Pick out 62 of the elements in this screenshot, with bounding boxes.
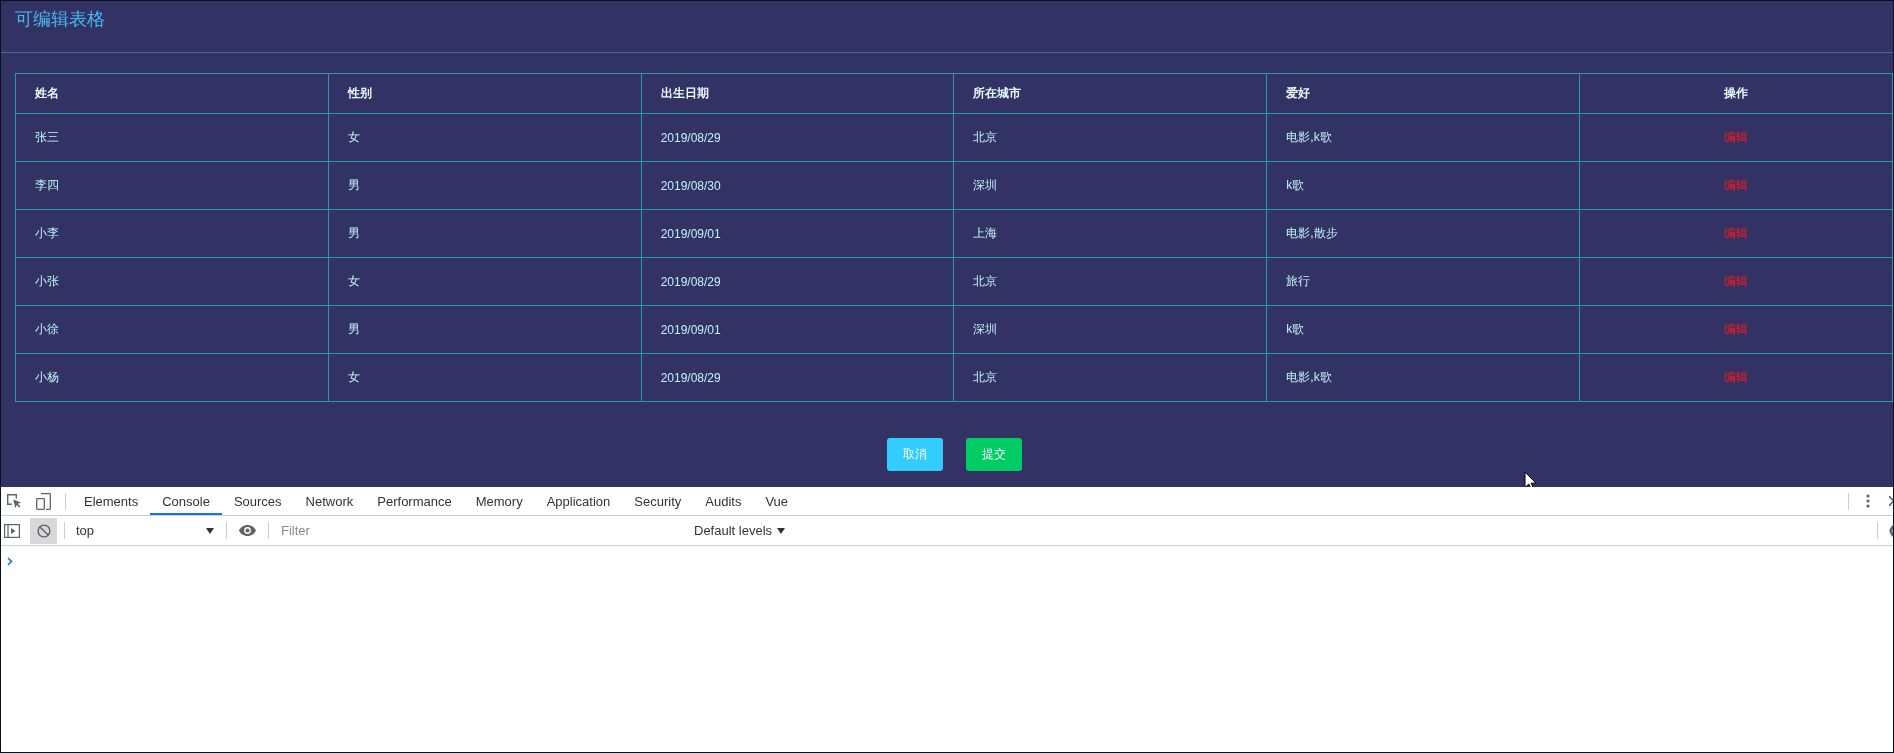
clear-console-button[interactable] bbox=[30, 517, 57, 544]
sidebar-toggle-icon[interactable] bbox=[4, 523, 20, 538]
column-header: 出生日期 bbox=[641, 73, 954, 114]
column-header: 性别 bbox=[328, 73, 642, 114]
devtools-tab[interactable]: Network bbox=[293, 487, 366, 515]
close-icon[interactable] bbox=[1889, 496, 1893, 506]
table-cell: 小张 bbox=[15, 257, 329, 306]
table-cell: k歌 bbox=[1266, 161, 1580, 210]
table-cell: 2019/08/29 bbox=[641, 353, 954, 402]
table-cell: 北京 bbox=[954, 113, 1267, 162]
table-cell: 小徐 bbox=[15, 305, 329, 354]
devtools-tab[interactable]: Audits bbox=[693, 487, 754, 515]
block-icon bbox=[36, 523, 51, 538]
devtools-tab[interactable]: Application bbox=[534, 487, 623, 515]
table-cell: 深圳 bbox=[954, 305, 1267, 354]
column-header: 姓名 bbox=[15, 73, 329, 114]
table-cell: 2019/08/29 bbox=[641, 257, 954, 306]
device-toolbar-icon[interactable] bbox=[36, 492, 51, 510]
table-cell: k歌 bbox=[1266, 305, 1580, 354]
eye-icon[interactable] bbox=[239, 525, 256, 536]
table-cell: 2019/08/30 bbox=[641, 161, 954, 210]
devtools-tab[interactable]: Vue bbox=[753, 487, 801, 515]
devtools-tab[interactable]: Memory bbox=[463, 487, 535, 515]
table-cell: 张三 bbox=[15, 113, 329, 162]
filter-input[interactable]: Filter bbox=[275, 519, 682, 542]
table-cell: 男 bbox=[328, 161, 642, 210]
table-cell: 深圳 bbox=[954, 161, 1267, 210]
table-cell: 北京 bbox=[954, 257, 1267, 306]
caret-down-icon bbox=[777, 527, 786, 534]
table-cell: 2019/08/29 bbox=[641, 113, 954, 162]
devtools-tab[interactable]: Sources bbox=[221, 487, 294, 515]
table-cell: 男 bbox=[328, 305, 642, 354]
devtools-tab[interactable]: Console bbox=[150, 487, 222, 515]
table-cell: 2019/09/01 bbox=[641, 209, 954, 258]
gear-icon[interactable] bbox=[1889, 523, 1893, 538]
context-select[interactable]: top bbox=[70, 518, 220, 543]
table-cell: 电影,k歌 bbox=[1266, 353, 1580, 402]
caret-down-icon bbox=[206, 527, 214, 534]
table-cell: 电影,k歌 bbox=[1266, 113, 1580, 162]
table-cell: 李四 bbox=[15, 161, 329, 210]
log-levels-dropdown[interactable]: Default levels bbox=[690, 518, 790, 543]
chevron-right-icon bbox=[7, 557, 13, 566]
table-cell: 男 bbox=[328, 209, 642, 258]
table-cell: 电影,散步 bbox=[1266, 209, 1580, 258]
table-cell: 北京 bbox=[954, 353, 1267, 402]
column-header: 所在城市 bbox=[954, 73, 1267, 114]
table-cell: 旅行 bbox=[1266, 257, 1580, 306]
table-cell: 小李 bbox=[15, 209, 329, 258]
table-cell: 小杨 bbox=[15, 353, 329, 402]
page-title: 可编辑表格 bbox=[15, 8, 105, 31]
table-cell: 2019/09/01 bbox=[641, 305, 954, 354]
devtools-tab[interactable]: Elements bbox=[72, 487, 151, 515]
devtools-tab[interactable]: Security bbox=[622, 487, 694, 515]
column-header: 爱好 bbox=[1266, 73, 1580, 114]
more-options-icon[interactable] bbox=[1866, 494, 1870, 508]
table-cell: 女 bbox=[328, 353, 642, 402]
inspect-element-icon[interactable] bbox=[6, 493, 22, 509]
table-cell: 上海 bbox=[954, 209, 1267, 258]
table-cell: 女 bbox=[328, 113, 642, 162]
column-header: 操作 bbox=[1579, 73, 1893, 114]
table-cell: 女 bbox=[328, 257, 642, 306]
devtools-tab[interactable]: Performance bbox=[365, 487, 464, 515]
